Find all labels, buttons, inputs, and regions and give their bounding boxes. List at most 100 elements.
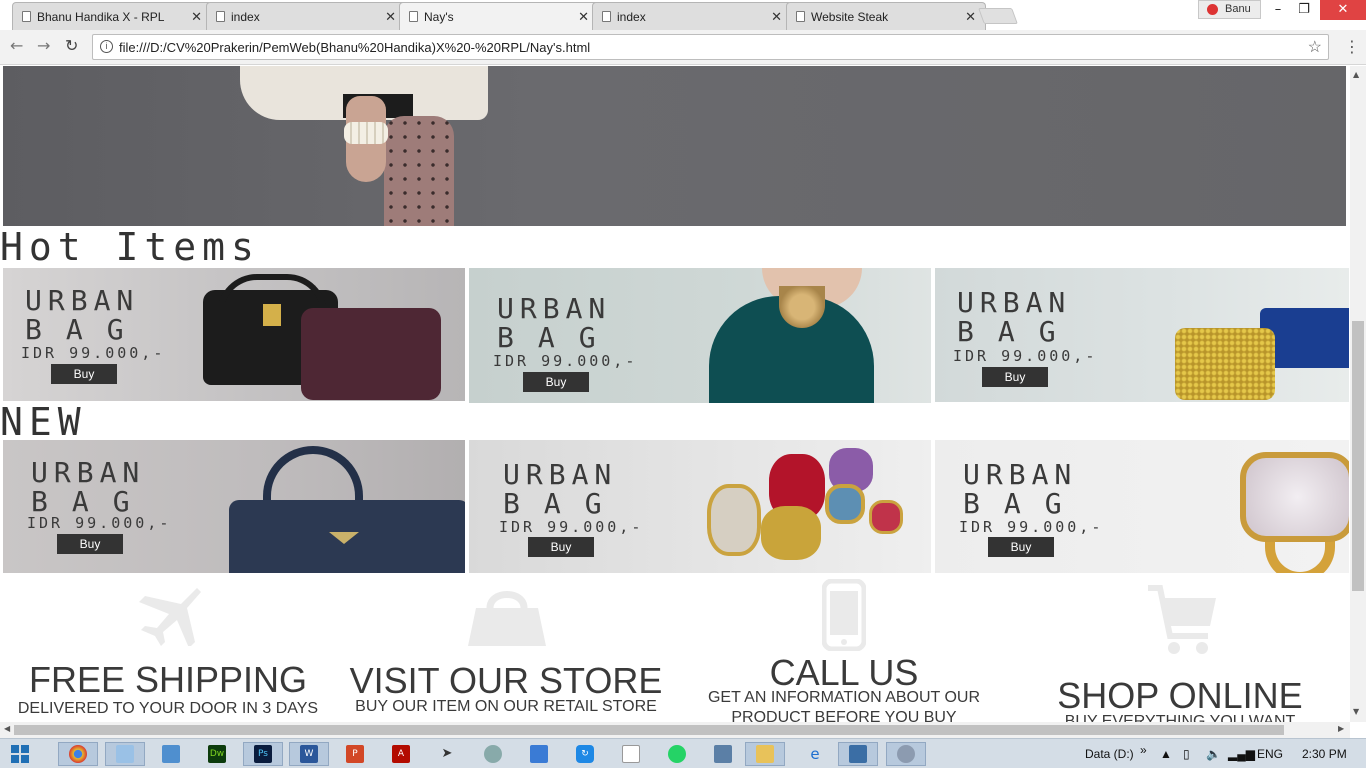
tab-index-1[interactable]: index ✕ bbox=[206, 2, 406, 30]
media-icon: ➤ bbox=[441, 746, 453, 761]
navy-handbag-image bbox=[229, 500, 465, 573]
product-title-line2: BAG bbox=[497, 321, 620, 354]
tab-bhanu-handika[interactable]: Bhanu Handika X - RPL ✕ bbox=[12, 2, 212, 30]
scroll-right-icon[interactable]: ▶ bbox=[1338, 724, 1344, 733]
bookmark-star-icon[interactable]: ☆ bbox=[1308, 37, 1322, 57]
scroll-left-icon[interactable]: ◀ bbox=[4, 724, 10, 733]
tab-website-steak[interactable]: Website Steak ✕ bbox=[786, 2, 986, 30]
page-icon bbox=[22, 11, 31, 22]
close-window-button[interactable]: ✕ bbox=[1320, 0, 1366, 20]
profile-name: Banu bbox=[1225, 3, 1251, 15]
taskbar-browser[interactable] bbox=[473, 742, 513, 766]
new-tab-button[interactable] bbox=[978, 8, 1018, 24]
page-icon bbox=[796, 11, 805, 22]
taskbar-window[interactable] bbox=[838, 742, 878, 766]
window-icon bbox=[849, 745, 867, 763]
browser-toolbar: ← → ↻ i file:///D:/CV%20Prakerin/PemWeb(… bbox=[0, 30, 1366, 65]
scrollbar-thumb[interactable] bbox=[14, 725, 1284, 735]
mobile-phone-icon bbox=[822, 579, 866, 651]
product-price: IDR 99.000,- bbox=[27, 514, 172, 532]
taskbar-media[interactable]: ➤ bbox=[427, 742, 467, 766]
taskbar-ie[interactable]: e bbox=[795, 742, 835, 766]
close-tab-icon[interactable]: ✕ bbox=[385, 9, 396, 25]
clock[interactable]: 2:30 PM bbox=[1302, 747, 1347, 761]
taskbar-remote[interactable] bbox=[703, 742, 743, 766]
taskbar-dreamweaver[interactable]: Dw bbox=[197, 742, 237, 766]
hot-item-card-1[interactable]: URBAN BAG IDR 99.000,- Buy bbox=[3, 268, 465, 401]
taskbar-whatsapp[interactable] bbox=[657, 742, 697, 766]
feature-subtitle: BUY OUR ITEM ON OUR RETAIL STORE bbox=[355, 698, 657, 715]
buy-button[interactable]: Buy bbox=[982, 367, 1048, 387]
dreamweaver-icon: Dw bbox=[208, 745, 226, 763]
hero-leg bbox=[384, 116, 454, 226]
tab-index-2[interactable]: index ✕ bbox=[592, 2, 792, 30]
taskbar-sync[interactable]: ↻ bbox=[565, 742, 605, 766]
buy-button[interactable]: Buy bbox=[528, 537, 594, 557]
buy-button[interactable]: Buy bbox=[57, 534, 123, 554]
taskbar-explorer[interactable] bbox=[745, 742, 785, 766]
sync-icon: ↻ bbox=[576, 745, 594, 763]
scrollbar-thumb[interactable] bbox=[1352, 321, 1364, 591]
vertical-scrollbar[interactable]: ▲ ▼ bbox=[1350, 66, 1366, 722]
feature-title: VISIT OUR STORE bbox=[349, 660, 663, 701]
taskbar-acrobat[interactable]: A bbox=[381, 742, 421, 766]
drive-label[interactable]: Data (D:) bbox=[1085, 747, 1134, 761]
back-icon[interactable]: ← bbox=[10, 36, 23, 55]
taskbar-word[interactable]: W bbox=[289, 742, 329, 766]
volume-icon[interactable]: 🔈 bbox=[1206, 747, 1221, 761]
taskbar-network[interactable] bbox=[519, 742, 559, 766]
taskbar-photoshop[interactable]: Ps bbox=[243, 742, 283, 766]
buy-button[interactable]: Buy bbox=[51, 364, 117, 384]
taskbar-notepad[interactable] bbox=[105, 742, 145, 766]
scroll-down-icon[interactable]: ▼ bbox=[1353, 707, 1359, 716]
new-item-card-3[interactable]: URBAN BAG IDR 99.000,- Buy bbox=[935, 440, 1349, 573]
start-button[interactable] bbox=[2, 742, 38, 766]
language-indicator[interactable]: ENG bbox=[1257, 747, 1283, 761]
profile-icon bbox=[1207, 4, 1218, 15]
close-tab-icon[interactable]: ✕ bbox=[965, 9, 976, 25]
restore-button[interactable]: ❐ bbox=[1292, 0, 1316, 20]
product-title-line2: BAG bbox=[25, 313, 148, 346]
new-item-card-1[interactable]: URBAN BAG IDR 99.000,- Buy bbox=[3, 440, 465, 573]
horizontal-scrollbar[interactable]: ◀ ▶ bbox=[0, 722, 1350, 738]
forward-icon[interactable]: → bbox=[37, 36, 50, 55]
taskbar-settings[interactable] bbox=[886, 742, 926, 766]
menu-icon[interactable]: ⋮ bbox=[1344, 37, 1360, 56]
close-tab-icon[interactable]: ✕ bbox=[578, 9, 589, 25]
taskbar-powerpoint[interactable]: P bbox=[335, 742, 375, 766]
product-price: IDR 99.000,- bbox=[953, 347, 1098, 365]
product-title-line2: BAG bbox=[963, 487, 1086, 520]
profile-button[interactable]: Banu bbox=[1198, 0, 1261, 19]
feature-subtitle: GET AN INFORMATION ABOUT OUR PRODUCT BEF… bbox=[707, 689, 981, 722]
buy-button[interactable]: Buy bbox=[988, 537, 1054, 557]
feature-subtitle: BUY EVERYTHING YOU WANT bbox=[1064, 713, 1296, 722]
hot-item-card-2[interactable]: URBAN BAG IDR 99.000,- Buy bbox=[469, 268, 931, 403]
feature-title: SHOP ONLINE bbox=[1057, 675, 1303, 716]
taskbar-file[interactable] bbox=[611, 742, 651, 766]
whatsapp-icon bbox=[668, 745, 686, 763]
tray-arrow-icon[interactable]: ▲ bbox=[1160, 747, 1172, 761]
close-tab-icon[interactable]: ✕ bbox=[191, 9, 202, 25]
tab-nays[interactable]: Nay's ✕ bbox=[399, 2, 599, 30]
product-price: IDR 99.000,- bbox=[493, 352, 638, 370]
device-icon[interactable]: ▯ bbox=[1183, 747, 1190, 761]
plum-handbag-image bbox=[301, 308, 441, 400]
close-tab-icon[interactable]: ✕ bbox=[771, 9, 782, 25]
tab-title: index bbox=[617, 9, 646, 24]
info-icon[interactable]: i bbox=[100, 40, 113, 53]
taskbar-chrome[interactable] bbox=[58, 742, 98, 766]
hero-banner bbox=[3, 66, 1346, 226]
scroll-up-icon[interactable]: ▲ bbox=[1353, 70, 1359, 79]
page-icon bbox=[216, 11, 225, 22]
address-bar[interactable]: i file:///D:/CV%20Prakerin/PemWeb(Bhanu%… bbox=[92, 34, 1329, 60]
buy-button[interactable]: Buy bbox=[523, 372, 589, 392]
tab-title: index bbox=[231, 9, 260, 24]
new-item-card-2[interactable]: URBAN BAG IDR 99.000,- Buy bbox=[469, 440, 931, 573]
hot-item-card-3[interactable]: URBAN BAG IDR 99.000,- Buy bbox=[935, 268, 1349, 402]
reload-icon[interactable]: ↻ bbox=[65, 36, 78, 55]
toolbar-expand-icon[interactable]: » bbox=[1140, 743, 1147, 757]
url-text: file:///D:/CV%20Prakerin/PemWeb(Bhanu%20… bbox=[119, 40, 591, 55]
signal-icon[interactable]: ▂▄▆ bbox=[1228, 747, 1255, 761]
minimize-button[interactable]: – bbox=[1266, 0, 1290, 20]
taskbar-box[interactable] bbox=[151, 742, 191, 766]
